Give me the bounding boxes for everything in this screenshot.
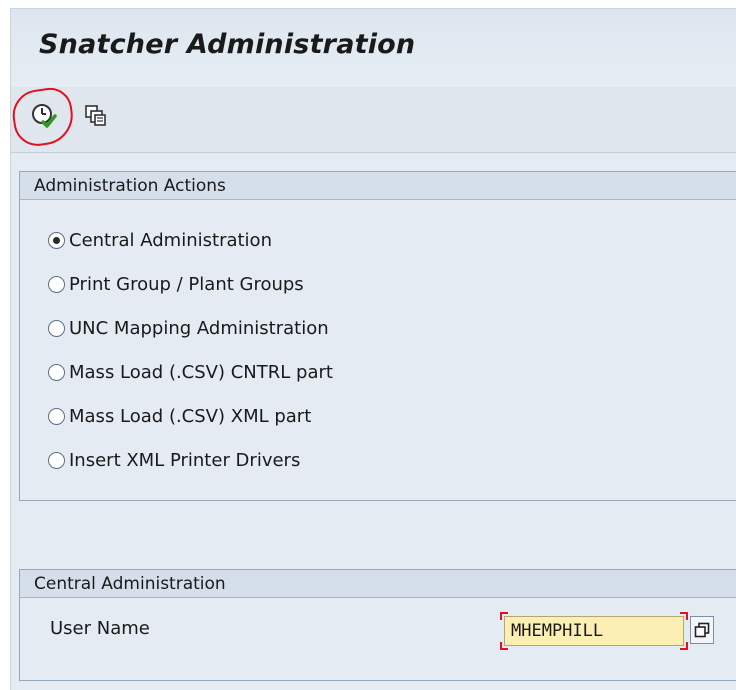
radio-mass-load-cntrl-part[interactable]: Mass Load (.CSV) CNTRL part [48, 350, 333, 394]
page-title: Snatcher Administration [39, 29, 416, 60]
multiple-selection-icon [85, 105, 106, 126]
radio-label: Print Group / Plant Groups [69, 273, 304, 295]
title-bar: Snatcher Administration [11, 9, 736, 87]
value-help-icon [694, 622, 710, 638]
user-name-input[interactable] [504, 616, 684, 646]
user-name-label: User Name [50, 618, 150, 639]
radio-label: Insert XML Printer Drivers [69, 449, 301, 471]
radio-button[interactable] [48, 407, 65, 425]
radio-mass-load-xml-part[interactable]: Mass Load (.CSV) XML part [48, 394, 333, 438]
user-name-row: User Name [50, 612, 730, 650]
radio-button[interactable] [48, 451, 65, 469]
radio-label: UNC Mapping Administration [69, 317, 329, 339]
radio-button[interactable] [48, 363, 65, 381]
radio-label: Central Administration [69, 229, 272, 251]
administration-actions-header: Administration Actions [20, 172, 736, 200]
radio-print-group-plant-groups[interactable]: Print Group / Plant Groups [48, 262, 333, 306]
radio-button[interactable] [48, 275, 65, 293]
execute-clock-check-icon [32, 104, 57, 128]
multiple-selection-button[interactable] [81, 101, 111, 131]
application-toolbar [9, 85, 736, 153]
actions-radio-list: Central Administration Print Group / Pla… [48, 218, 333, 482]
radio-central-administration[interactable]: Central Administration [48, 218, 333, 262]
radio-button-selected[interactable] [48, 231, 65, 249]
sap-window: Snatcher Administration Administration A… [9, 8, 736, 690]
radio-label: Mass Load (.CSV) CNTRL part [69, 361, 333, 383]
radio-unc-mapping-administration[interactable]: UNC Mapping Administration [48, 306, 333, 350]
user-name-field-wrapper [500, 612, 688, 650]
central-administration-header: Central Administration [20, 570, 736, 598]
central-administration-group: Central Administration User Name [19, 569, 736, 681]
radio-button[interactable] [48, 319, 65, 337]
radio-insert-xml-printer-drivers[interactable]: Insert XML Printer Drivers [48, 438, 333, 482]
value-help-button[interactable] [690, 616, 714, 644]
administration-actions-group: Administration Actions Central Administr… [19, 171, 736, 501]
radio-label: Mass Load (.CSV) XML part [69, 405, 312, 427]
execute-button[interactable] [29, 101, 59, 131]
